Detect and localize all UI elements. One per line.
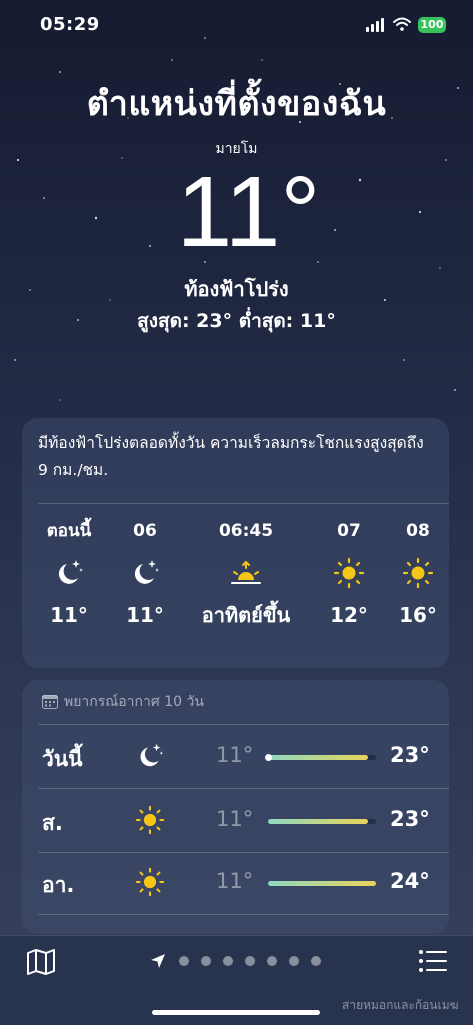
- page-dot[interactable]: [179, 956, 189, 966]
- forecast-high: 24°: [390, 869, 430, 893]
- page-dot[interactable]: [289, 956, 299, 966]
- forecast-row[interactable]: วันนี้ 11° 23°: [22, 726, 449, 788]
- forecast-row[interactable]: อา. 11° 24°: [22, 852, 449, 914]
- forecast-day: ส.: [42, 811, 63, 835]
- forecast-low: 11°: [216, 869, 254, 893]
- temperature-range-track: [268, 881, 376, 886]
- current-weather: ตำแหน่งที่ตั้งของฉัน มายโม 11° ท้องฟ้าโป…: [0, 80, 473, 334]
- hour-temperature: 16°: [399, 603, 437, 627]
- forecast-day: อา.: [42, 873, 75, 897]
- bottom-toolbar: สายหมอกและก้อนเมฆ: [0, 935, 473, 1025]
- battery-indicator: 100: [418, 17, 446, 33]
- forecast-high: 23°: [390, 807, 430, 831]
- temperature-range-bar: [268, 819, 368, 824]
- forecast-row[interactable]: ส. 11° 23°: [22, 790, 449, 852]
- hour-label: 08: [406, 521, 430, 541]
- temperature-range-track: [265, 754, 376, 761]
- moon-stars-icon: [58, 560, 83, 584]
- page-dot[interactable]: [245, 956, 255, 966]
- hour-item: 06 11°: [90, 520, 200, 628]
- page-dot[interactable]: [201, 956, 211, 966]
- page-dot[interactable]: [267, 956, 277, 966]
- wifi-icon: [393, 17, 411, 31]
- hour-temperature: 11°: [126, 603, 164, 627]
- sunrise-icon: [231, 560, 261, 584]
- high-low-temperature: สูงสุด: 23° ต่ำสุด: 11°: [137, 310, 336, 332]
- temperature-range-track: [268, 819, 376, 824]
- forecast-header-label: พยากรณ์อากาศ 10 วัน: [64, 694, 204, 710]
- weather-condition: ท้องฟ้าโปร่ง: [184, 277, 289, 301]
- forecast-header: พยากรณ์อากาศ 10 วัน: [42, 691, 204, 713]
- temperature-range-bar: [268, 881, 376, 886]
- divider: [38, 503, 449, 504]
- hour-temperature: อาทิตย์ขึ้น: [201, 603, 291, 627]
- forecast-low: 11°: [216, 807, 254, 831]
- map-icon[interactable]: [26, 948, 56, 976]
- watermark-text: สายหมอกและก้อนเมฆ: [342, 998, 459, 1012]
- location-arrow-icon: [151, 954, 165, 968]
- hour-item: 06:45 อาทิตย์ขึ้น: [191, 520, 301, 628]
- list-icon[interactable]: [418, 948, 448, 974]
- forecast-low: 11°: [216, 743, 254, 767]
- home-indicator[interactable]: [152, 1010, 320, 1015]
- divider: [38, 788, 449, 789]
- signal-icon: [366, 18, 384, 32]
- hourly-list[interactable]: ตอนนี้ 11° 06 11° 06:45 อาทิตย์ขึ้น 07 1…: [22, 520, 449, 660]
- moon-stars-icon: [134, 560, 159, 584]
- forecast-high: 23°: [390, 743, 430, 767]
- hourly-summary: มีท้องฟ้าโปร่งตลอดทั้งวัน ความเร็วลมกระโ…: [38, 434, 424, 479]
- hourly-forecast-card[interactable]: มีท้องฟ้าโปร่งตลอดทั้งวัน ความเร็วลมกระโ…: [22, 418, 449, 668]
- calendar-icon: [42, 695, 58, 709]
- ten-day-forecast-card[interactable]: พยากรณ์อากาศ 10 วัน วันนี้ 11° 23° ส. 11…: [22, 680, 449, 934]
- status-time: 05:29: [40, 14, 100, 35]
- hour-label: 06:45: [218, 521, 274, 541]
- current-temperature-dot: [265, 754, 272, 761]
- status-bar: 05:29 100: [0, 0, 473, 50]
- sun-icon: [333, 557, 365, 589]
- current-temperature: 11°: [176, 156, 321, 268]
- divider: [38, 724, 449, 725]
- sun-icon: [402, 557, 434, 589]
- divider: [38, 914, 449, 915]
- page-dot[interactable]: [311, 956, 321, 966]
- sun-icon: [135, 867, 165, 897]
- location-title: ตำแหน่งที่ตั้งของฉัน: [86, 84, 387, 124]
- forecast-day: วันนี้: [42, 747, 83, 771]
- hour-label: 06: [133, 521, 157, 541]
- sun-icon: [135, 805, 165, 835]
- temperature-range-bar: [268, 755, 368, 760]
- moon-stars-icon: [140, 743, 164, 767]
- hour-item: 08 16°: [363, 520, 473, 628]
- page-dot[interactable]: [223, 956, 233, 966]
